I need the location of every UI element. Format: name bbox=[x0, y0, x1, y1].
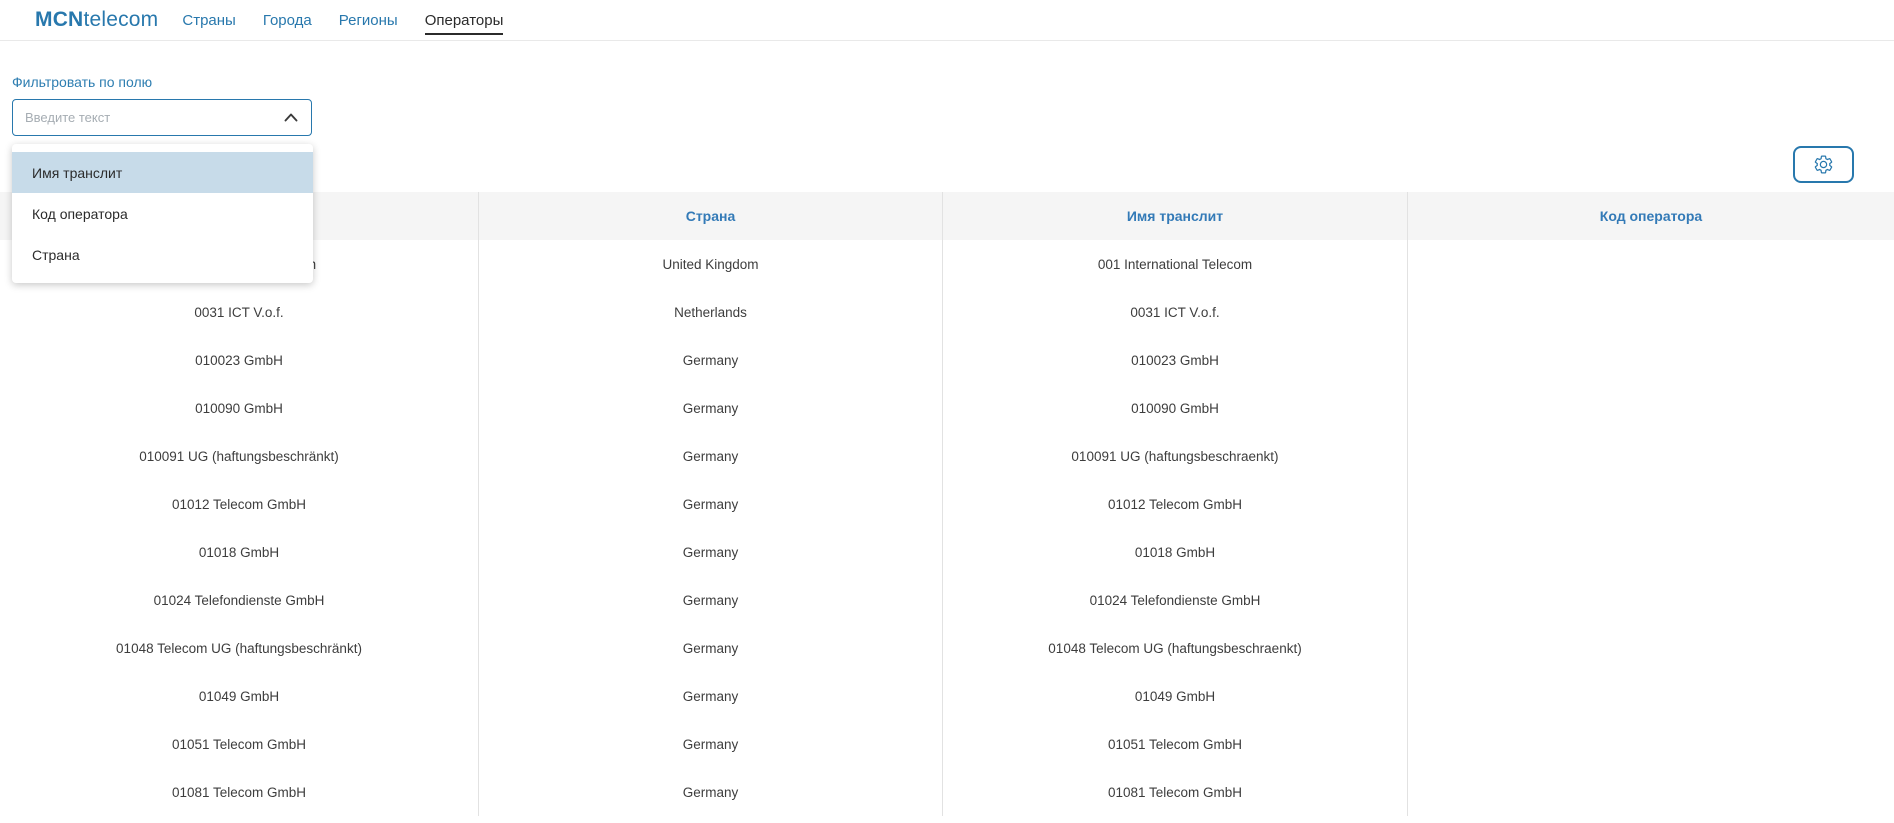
table-cell bbox=[1408, 720, 1894, 768]
table-row[interactable]: 0031 ICT V.o.f.Netherlands0031 ICT V.o.f… bbox=[0, 288, 1894, 336]
table-row[interactable]: 010091 UG (haftungsbeschränkt)Germany010… bbox=[0, 432, 1894, 480]
table-cell: 01049 GmbH bbox=[0, 672, 479, 720]
table-cell: 001 International Telecom bbox=[943, 240, 1408, 288]
table-cell: Germany bbox=[479, 624, 943, 672]
table-cell: 01049 GmbH bbox=[943, 672, 1408, 720]
table-cell: 010023 GmbH bbox=[0, 336, 479, 384]
table-cell bbox=[1408, 288, 1894, 336]
table-cell: United Kingdom bbox=[479, 240, 943, 288]
dropdown-option-1[interactable]: Код оператора bbox=[12, 193, 313, 234]
dropdown-option-0[interactable]: Имя транслит bbox=[12, 152, 313, 193]
table-cell: Germany bbox=[479, 768, 943, 816]
table-cell: 01012 Telecom GmbH bbox=[943, 480, 1408, 528]
table-cell: Netherlands bbox=[479, 288, 943, 336]
table-row[interactable]: 010023 GmbHGermany010023 GmbH bbox=[0, 336, 1894, 384]
brand-logo[interactable]: MCNtelecom bbox=[35, 8, 158, 32]
table-row[interactable]: 01051 Telecom GmbHGermany01051 Telecom G… bbox=[0, 720, 1894, 768]
table-cell bbox=[1408, 768, 1894, 816]
filter-combobox[interactable] bbox=[12, 99, 312, 136]
table-cell: Germany bbox=[479, 528, 943, 576]
table-settings-button[interactable] bbox=[1793, 146, 1854, 183]
table-cell: 01018 GmbH bbox=[0, 528, 479, 576]
table-cell: 01051 Telecom GmbH bbox=[0, 720, 479, 768]
table-cell: 010091 UG (haftungsbeschränkt) bbox=[0, 432, 479, 480]
table-cell: 01081 Telecom GmbH bbox=[943, 768, 1408, 816]
table-cell: 010090 GmbH bbox=[0, 384, 479, 432]
table-cell: 01081 Telecom GmbH bbox=[0, 768, 479, 816]
table-cell: 01051 Telecom GmbH bbox=[943, 720, 1408, 768]
filter-dropdown-panel: Имя транслитКод оператораСтрана bbox=[12, 144, 313, 283]
table-cell: Germany bbox=[479, 576, 943, 624]
table-cell: 010023 GmbH bbox=[943, 336, 1408, 384]
table-cell: 01048 Telecom UG (haftungsbeschraenkt) bbox=[943, 624, 1408, 672]
table-cell bbox=[1408, 672, 1894, 720]
table-cell: Germany bbox=[479, 720, 943, 768]
table-cell: 01018 GmbH bbox=[943, 528, 1408, 576]
table-body: 001 International TelecomUnited Kingdom0… bbox=[0, 240, 1894, 816]
table-row[interactable]: 01018 GmbHGermany01018 GmbH bbox=[0, 528, 1894, 576]
table-cell bbox=[1408, 624, 1894, 672]
table-cell bbox=[1408, 240, 1894, 288]
gear-icon bbox=[1813, 154, 1834, 175]
nav-item-3[interactable]: Операторы bbox=[425, 12, 504, 35]
table-cell: 01024 Telefondienste GmbH bbox=[943, 576, 1408, 624]
filter-field-label: Фильтровать по полю bbox=[12, 74, 152, 90]
column-header-3[interactable]: Код оператора bbox=[1408, 192, 1894, 240]
table-row[interactable]: 01048 Telecom UG (haftungsbeschränkt)Ger… bbox=[0, 624, 1894, 672]
table-cell bbox=[1408, 432, 1894, 480]
brand-logo-rest: telecom bbox=[83, 8, 158, 31]
table-row[interactable]: 01049 GmbHGermany01049 GmbH bbox=[0, 672, 1894, 720]
nav-links: Страны Города Регионы Операторы bbox=[182, 0, 503, 40]
table-row[interactable]: 01012 Telecom GmbHGermany01012 Telecom G… bbox=[0, 480, 1894, 528]
table-cell: 01048 Telecom UG (haftungsbeschränkt) bbox=[0, 624, 479, 672]
table-row[interactable]: 010090 GmbHGermany010090 GmbH bbox=[0, 384, 1894, 432]
table-cell bbox=[1408, 528, 1894, 576]
table-cell: 010090 GmbH bbox=[943, 384, 1408, 432]
table-cell: 0031 ICT V.o.f. bbox=[0, 288, 479, 336]
nav-item-1[interactable]: Города bbox=[263, 12, 312, 29]
table-row[interactable]: 01081 Telecom GmbHGermany01081 Telecom G… bbox=[0, 768, 1894, 816]
column-header-1[interactable]: Страна bbox=[479, 192, 943, 240]
brand-logo-bold: MCN bbox=[35, 8, 83, 31]
dropdown-option-2[interactable]: Страна bbox=[12, 234, 313, 275]
table-cell: 0031 ICT V.o.f. bbox=[943, 288, 1408, 336]
operators-table: СтранаИмя транслитКод оператора 001 Inte… bbox=[0, 192, 1894, 816]
table-row[interactable]: 01024 Telefondienste GmbHGermany01024 Te… bbox=[0, 576, 1894, 624]
filter-text-input[interactable] bbox=[23, 109, 253, 126]
table-cell: Germany bbox=[479, 384, 943, 432]
table-cell bbox=[1408, 384, 1894, 432]
table-cell: 01024 Telefondienste GmbH bbox=[0, 576, 479, 624]
nav-item-2[interactable]: Регионы bbox=[339, 12, 398, 29]
table-cell: Germany bbox=[479, 672, 943, 720]
table-cell bbox=[1408, 480, 1894, 528]
table-cell bbox=[1408, 336, 1894, 384]
chevron-up-icon[interactable] bbox=[284, 113, 298, 122]
nav-item-0[interactable]: Страны bbox=[182, 12, 235, 29]
table-cell: Germany bbox=[479, 480, 943, 528]
table-cell: Germany bbox=[479, 432, 943, 480]
table-cell: Germany bbox=[479, 336, 943, 384]
top-navbar: MCNtelecom Страны Города Регионы Операторы bbox=[0, 0, 1894, 41]
table-cell bbox=[1408, 576, 1894, 624]
table-cell: 01012 Telecom GmbH bbox=[0, 480, 479, 528]
column-header-2[interactable]: Имя транслит bbox=[943, 192, 1408, 240]
table-cell: 010091 UG (haftungsbeschraenkt) bbox=[943, 432, 1408, 480]
